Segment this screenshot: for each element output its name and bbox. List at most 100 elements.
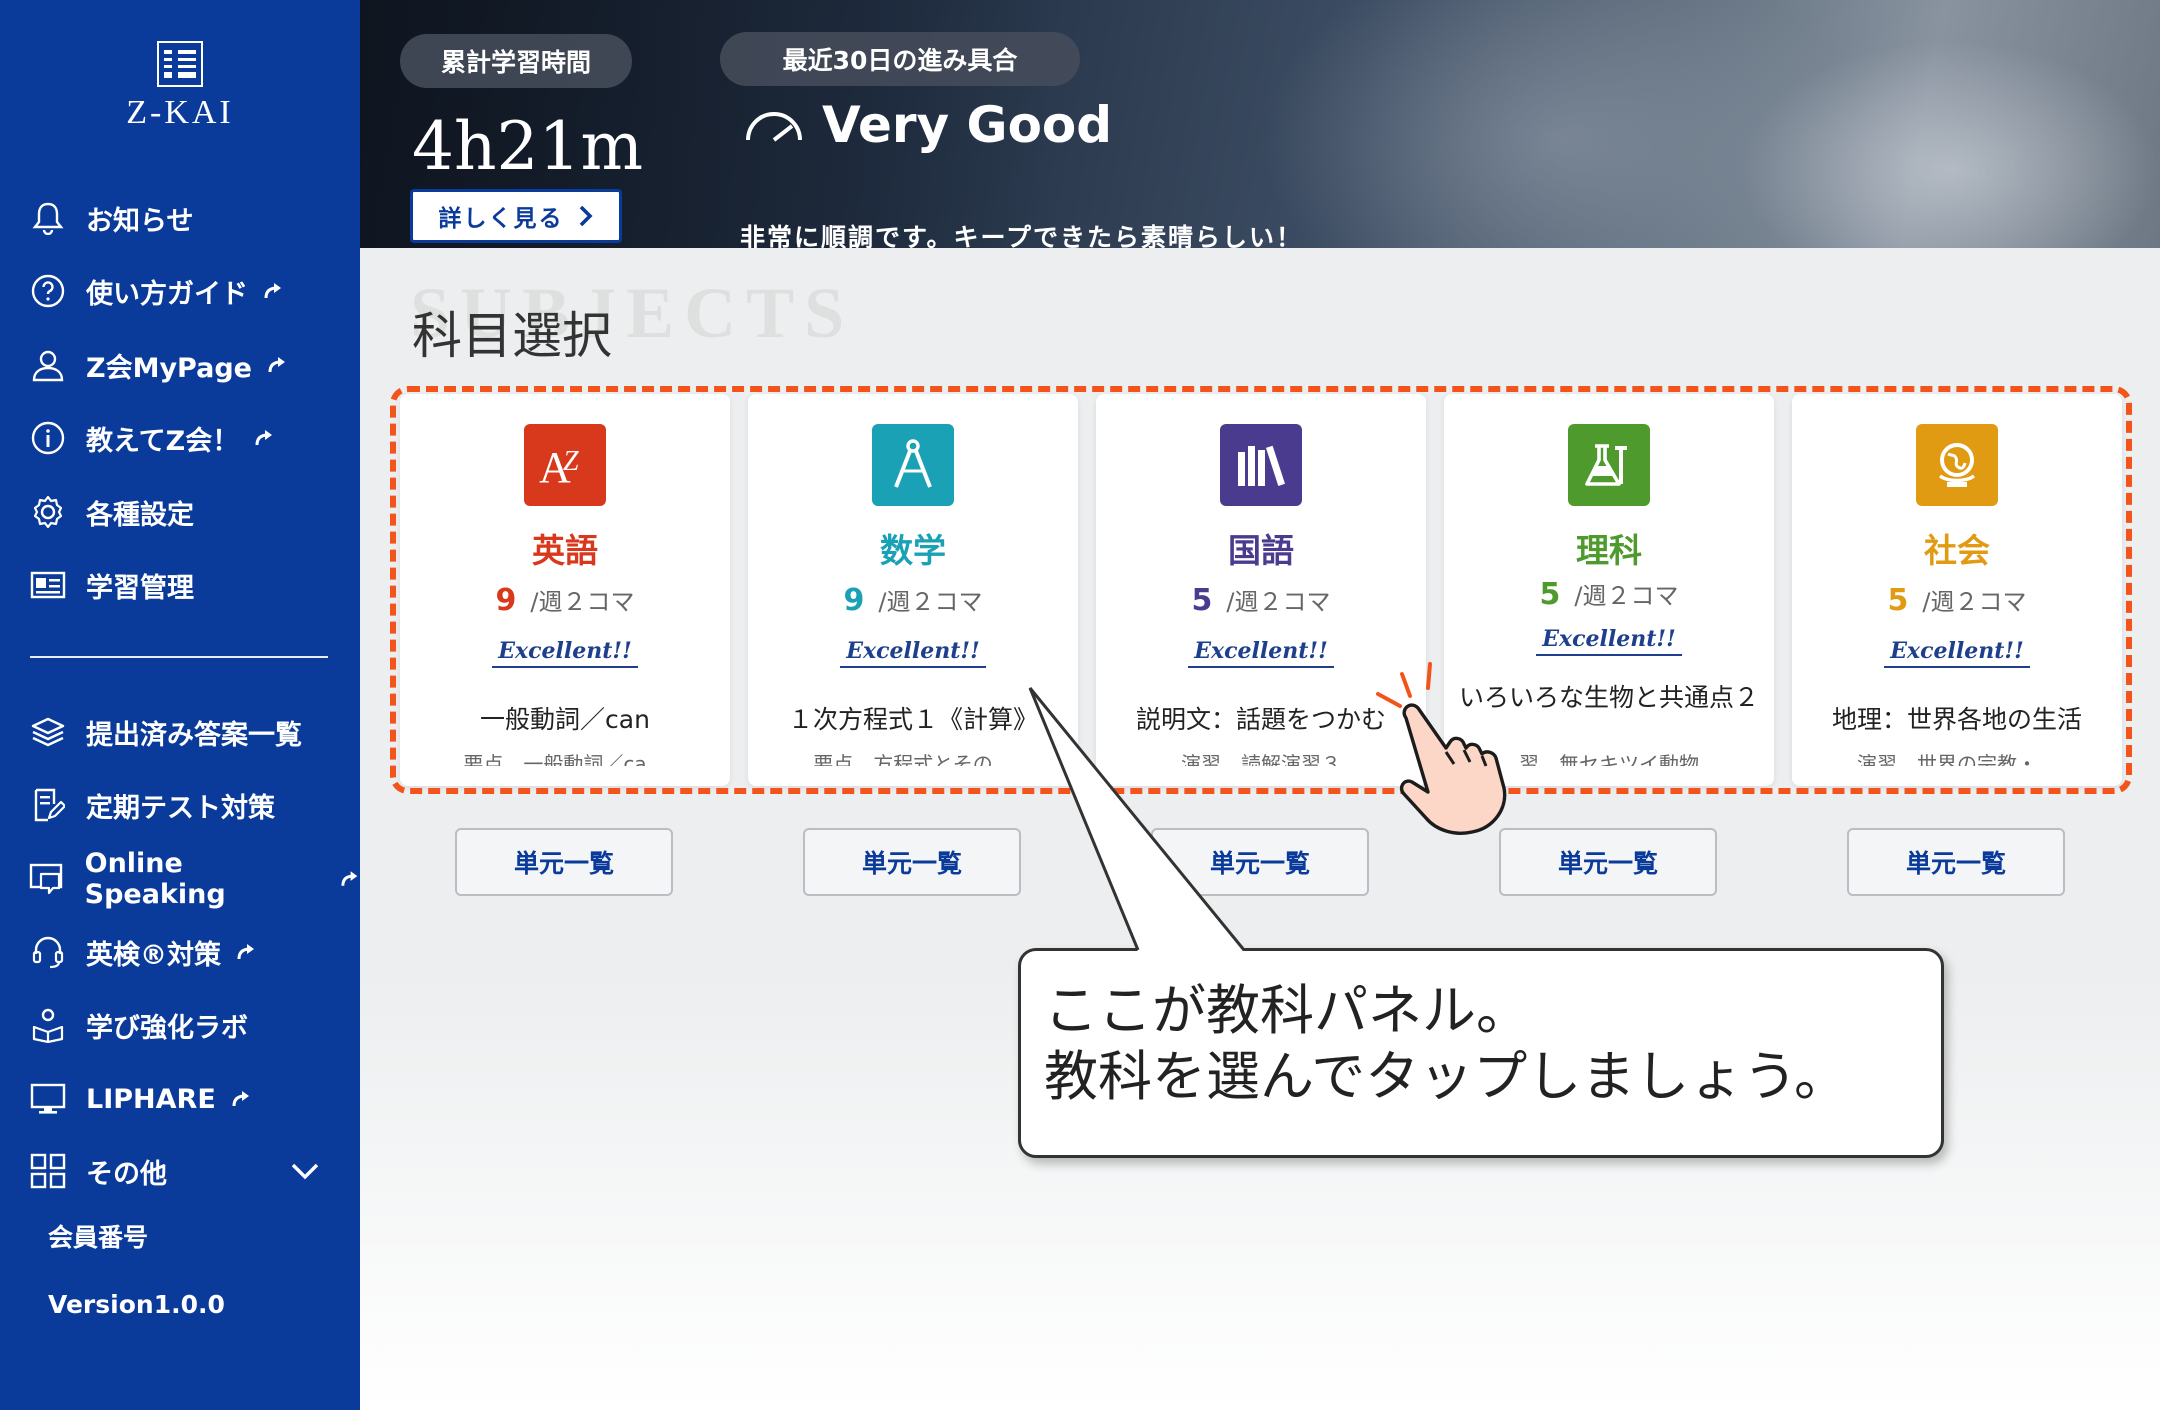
excellent-badge: Excellent!! bbox=[1444, 626, 1774, 656]
chevron-down-icon[interactable] bbox=[290, 1160, 320, 1182]
subject-name: 国語 bbox=[1228, 531, 1294, 570]
sidebar-item-label: 教えてZ会！ bbox=[86, 425, 240, 457]
svg-text:Z: Z bbox=[563, 446, 579, 477]
subject-count-number: 5 bbox=[1887, 583, 1909, 618]
current-lesson: 地理：世界各地の生活 bbox=[1831, 705, 2082, 734]
sidebar-item-label: 提出済み答案一覧 bbox=[86, 719, 302, 751]
current-lesson-sub: 演習 世界の宗教・… bbox=[1857, 752, 2057, 766]
current-lesson-sub: 要点 一般動詞／ca… bbox=[463, 752, 667, 766]
member-number-link[interactable]: 会員番号 bbox=[48, 1218, 148, 1254]
stacked-papers-icon bbox=[28, 712, 68, 752]
total-time-value: 4h21m bbox=[412, 108, 644, 185]
subject-count: 5/週２コマ bbox=[1096, 582, 1426, 618]
sidebar-item-eiken[interactable]: 英検®対策 bbox=[28, 927, 257, 977]
subject-count: 9/週２コマ bbox=[748, 582, 1078, 618]
subject-count-number: 9 bbox=[843, 583, 865, 618]
external-link-icon bbox=[255, 430, 273, 446]
sidebar-item-label: LIPHARE bbox=[86, 1083, 216, 1115]
external-link-icon bbox=[264, 283, 281, 299]
question-circle-icon bbox=[28, 271, 68, 311]
sidebar: Z-KAI お知らせ 使い方ガイド Z会MyPage 教えてZ会！ 各種設定 学… bbox=[0, 0, 360, 1410]
external-link-icon bbox=[341, 871, 358, 886]
sidebar-item-settings[interactable]: 各種設定 bbox=[28, 487, 194, 537]
sidebar-item-label: Z会MyPage bbox=[86, 352, 252, 384]
sidebar-item-liphare[interactable]: LIPHARE bbox=[28, 1074, 252, 1124]
subject-card-english[interactable]: AZ 英語 9/週２コマ Excellent!! 一般動詞／can 要点 一般動… bbox=[400, 394, 730, 786]
excellent-badge: Excellent!! bbox=[1792, 638, 2122, 668]
total-time-label: 累計学習時間 bbox=[400, 34, 632, 88]
reading-person-icon bbox=[28, 1005, 68, 1045]
current-lesson: １次方程式１《計算》 bbox=[787, 705, 1038, 734]
subject-count: 9/週２コマ bbox=[400, 582, 730, 618]
sidebar-item-label: 各種設定 bbox=[86, 499, 194, 531]
external-link-icon bbox=[232, 1091, 249, 1107]
subject-count-per: /週２コマ bbox=[530, 588, 635, 616]
subject-name: 英語 bbox=[532, 531, 598, 570]
version-label: Version1.0.0 bbox=[48, 1290, 225, 1319]
books-icon bbox=[1220, 424, 1302, 506]
sidebar-item-mypage[interactable]: Z会MyPage bbox=[28, 340, 288, 390]
sidebar-item-label: その他 bbox=[86, 1158, 167, 1190]
callout-line-2: 教科を選んでタップしましょう。 bbox=[1044, 1045, 1849, 1108]
z-kai-logo-icon bbox=[157, 41, 203, 87]
tap-hand-icon bbox=[1376, 662, 1507, 835]
subject-count-per: /週２コマ bbox=[1574, 582, 1679, 610]
section-title: 科目選択 bbox=[412, 307, 612, 365]
excellent-badge: Excellent!! bbox=[748, 638, 1078, 668]
subject-name: 数学 bbox=[880, 531, 946, 570]
callout-text: ここが教科パネル。 教科を選んでタップしましょう。 bbox=[1044, 978, 1848, 1110]
sidebar-item-notices[interactable]: お知らせ bbox=[28, 193, 193, 243]
chat-screen-icon bbox=[28, 859, 67, 899]
sidebar-item-learning-management[interactable]: 学習管理 bbox=[28, 560, 194, 610]
headset-icon bbox=[28, 932, 68, 972]
unit-list-button-japanese[interactable]: 単元一覧 bbox=[1151, 828, 1369, 896]
progress-label: 最近30日の進み具合 bbox=[720, 32, 1080, 86]
sidebar-item-label: Online Speaking bbox=[84, 848, 226, 910]
user-icon bbox=[28, 345, 68, 385]
subject-name: 社会 bbox=[1924, 531, 1990, 570]
progress-value: Very Good bbox=[822, 96, 1113, 154]
monitor-icon bbox=[28, 1079, 68, 1119]
sidebar-item-label: 英検®対策 bbox=[86, 939, 221, 971]
flask-icon bbox=[1568, 424, 1650, 506]
subject-count-number: 5 bbox=[1539, 577, 1561, 612]
logo[interactable]: Z-KAI bbox=[0, 40, 360, 132]
sidebar-item-label: お知らせ bbox=[86, 205, 194, 237]
unit-list-button-english[interactable]: 単元一覧 bbox=[455, 828, 673, 896]
sidebar-item-learning-lab[interactable]: 学び強化ラボ bbox=[28, 1000, 248, 1050]
sidebar-item-online-speaking[interactable]: Online Speaking bbox=[28, 848, 360, 910]
sidebar-item-others[interactable]: その他 bbox=[28, 1146, 167, 1196]
unit-list-button-social[interactable]: 単元一覧 bbox=[1847, 828, 2065, 896]
gear-icon bbox=[28, 492, 68, 532]
current-lesson: 一般動詞／can bbox=[480, 705, 650, 734]
sidebar-item-label: 学び強化ラボ bbox=[86, 1012, 248, 1044]
grid-icon bbox=[28, 1151, 68, 1191]
detail-button[interactable]: 詳しく見る bbox=[410, 189, 622, 243]
sidebar-item-ask-zkai[interactable]: 教えてZ会！ bbox=[28, 413, 275, 463]
sidebar-item-exam-prep[interactable]: 定期テスト対策 bbox=[28, 780, 275, 830]
excellent-badge: Excellent!! bbox=[400, 638, 730, 668]
subject-name: 理科 bbox=[1576, 531, 1642, 570]
subject-card-math[interactable]: 数学 9/週２コマ Excellent!! １次方程式１《計算》 要点 方程式と… bbox=[748, 394, 1078, 786]
sidebar-item-guide[interactable]: 使い方ガイド bbox=[28, 266, 284, 316]
subject-count-per: /週２コマ bbox=[1226, 588, 1331, 616]
external-link-icon bbox=[268, 357, 285, 373]
subject-count-number: 9 bbox=[495, 583, 517, 618]
subject-count-per: /週２コマ bbox=[878, 588, 983, 616]
globe-icon bbox=[1916, 424, 1998, 506]
chevron-right-icon bbox=[579, 205, 593, 227]
external-link-icon bbox=[237, 944, 254, 960]
logo-text: Z-KAI bbox=[126, 94, 234, 131]
sidebar-item-submitted-answers[interactable]: 提出済み答案一覧 bbox=[28, 707, 302, 757]
unit-list-button-math[interactable]: 単元一覧 bbox=[803, 828, 1021, 896]
sidebar-divider bbox=[30, 656, 328, 658]
compass-icon bbox=[872, 424, 954, 506]
callout-line-1: ここが教科パネル。 bbox=[1044, 979, 1530, 1042]
subject-count-per: /週２コマ bbox=[1922, 588, 2027, 616]
subject-card-social[interactable]: 社会 5/週２コマ Excellent!! 地理：世界各地の生活 演習 世界の宗… bbox=[1792, 394, 2122, 786]
detail-button-label: 詳しく見る bbox=[438, 206, 564, 232]
id-card-icon bbox=[28, 565, 68, 605]
subject-count: 5/週２コマ bbox=[1444, 576, 1774, 612]
gauge-icon bbox=[746, 112, 802, 142]
az-letters-icon: AZ bbox=[524, 424, 606, 506]
